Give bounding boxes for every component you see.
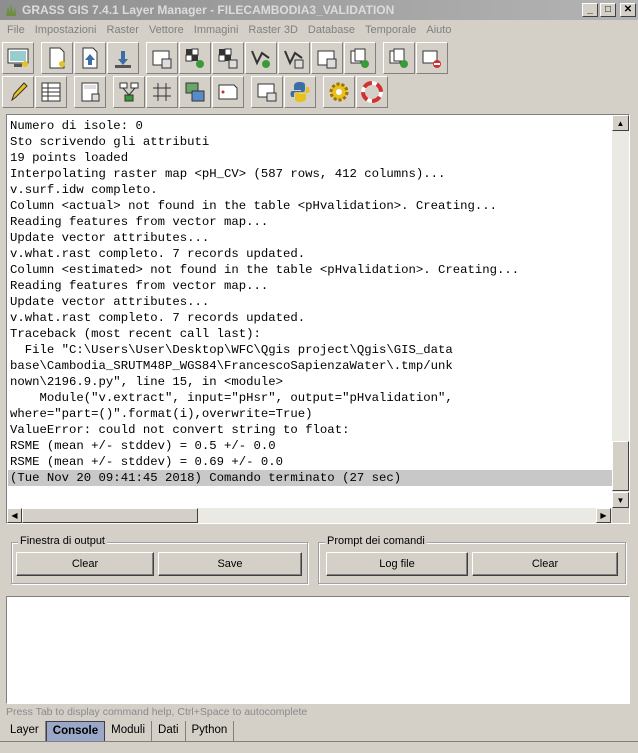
- close-button[interactable]: ✕: [620, 3, 636, 17]
- grass-app-icon: [4, 3, 18, 17]
- output-text: Numero di isole: 0 Sto scrivendo gli att…: [8, 116, 612, 509]
- maximize-button[interactable]: □: [600, 3, 616, 17]
- log-file-button[interactable]: Log file: [326, 552, 468, 576]
- output-window-group: Finestra di output Clear Save: [11, 535, 308, 584]
- output-line: base\Cambodia_SRUTM48P_WGS84\FrancescoSa…: [10, 359, 453, 373]
- bottom-divider: [0, 741, 638, 742]
- output-line: Traceback (most recent call last):: [10, 327, 261, 341]
- add-vector-misc-icon[interactable]: [278, 42, 310, 74]
- output-line: Interpolating raster map <pH_CV> (587 ro…: [10, 167, 446, 181]
- tab-console[interactable]: Console: [45, 721, 106, 741]
- output-line: Numero di isole: 0: [10, 119, 143, 133]
- command-prompt-title: Prompt dei comandi: [325, 535, 427, 547]
- menu-impostazioni[interactable]: Impostazioni: [30, 24, 102, 36]
- python-icon[interactable]: [284, 76, 316, 108]
- output-line: where="part=()".format(i),overwrite=True…: [10, 407, 313, 421]
- launch-script-icon[interactable]: [251, 76, 283, 108]
- output-line: Update vector attributes...: [10, 295, 210, 309]
- command-prompt-group: Prompt dei comandi Log file Clear: [318, 535, 626, 584]
- output-line: Update vector attributes...: [10, 231, 210, 245]
- add-overlay-icon[interactable]: [311, 42, 343, 74]
- map-calculator-icon[interactable]: [74, 76, 106, 108]
- new-workspace-icon[interactable]: [41, 42, 73, 74]
- menu-vettore[interactable]: Vettore: [144, 24, 189, 36]
- output-line: RSME (mean +/- stddev) = 0.69 +/- 0.0: [10, 455, 284, 469]
- main-toolbar: [2, 40, 449, 76]
- tools-toolbar: [2, 74, 389, 110]
- output-line: Reading features from vector map...: [10, 279, 269, 293]
- output-line: Column <actual> not found in the table <…: [10, 199, 498, 213]
- output-line: nown\2196.9.py", line 15, in <module>: [10, 375, 284, 389]
- output-line: File "C:\Users\User\Desktop\WFC\Qgis pro…: [10, 343, 453, 357]
- menu-raster[interactable]: Raster: [102, 24, 144, 36]
- save-workspace-icon[interactable]: [107, 42, 139, 74]
- tab-layer[interactable]: Layer: [4, 721, 46, 741]
- scroll-left-icon[interactable]: ◀: [7, 508, 22, 523]
- command-input[interactable]: [6, 596, 630, 704]
- menu-immagini[interactable]: Immagini: [189, 24, 244, 36]
- duplicate-layer-icon[interactable]: [383, 42, 415, 74]
- minimize-button[interactable]: _: [582, 3, 598, 17]
- output-line: v.surf.idw completo.: [10, 183, 158, 197]
- output-line: 19 points loaded: [10, 151, 129, 165]
- scroll-down-icon[interactable]: ▼: [612, 492, 629, 508]
- edit-vector-icon[interactable]: [2, 76, 34, 108]
- output-line: RSME (mean +/- stddev) = 0.5 +/- 0.0: [10, 439, 276, 453]
- scroll-corner: [612, 508, 629, 523]
- output-clear-button[interactable]: Clear: [16, 552, 154, 576]
- vertical-scrollbar[interactable]: ▲ ▼: [612, 115, 629, 508]
- menu-database[interactable]: Database: [303, 24, 360, 36]
- help-icon[interactable]: [356, 76, 388, 108]
- horizontal-scrollbar[interactable]: ◀ ▶: [7, 508, 613, 523]
- prompt-clear-button[interactable]: Clear: [472, 552, 618, 576]
- menu-raster-3d[interactable]: Raster 3D: [243, 24, 303, 36]
- scroll-right-icon[interactable]: ▶: [596, 508, 611, 523]
- menu-temporale[interactable]: Temporale: [360, 24, 421, 36]
- output-line: Column <estimated> not found in the tabl…: [10, 263, 520, 277]
- vertical-scroll-thumb[interactable]: [612, 441, 629, 491]
- tab-python[interactable]: Python: [186, 721, 235, 741]
- output-line: Reading features from vector map...: [10, 215, 269, 229]
- output-save-button[interactable]: Save: [158, 552, 302, 576]
- open-workspace-icon[interactable]: [74, 42, 106, 74]
- menu-bar: File Impostazioni Raster Vettore Immagin…: [0, 20, 638, 39]
- attribute-table-icon[interactable]: [35, 76, 67, 108]
- add-multiple-rasters-icon[interactable]: [179, 42, 211, 74]
- display-map-icon[interactable]: [2, 42, 34, 74]
- add-vector-icon[interactable]: [245, 42, 277, 74]
- tab-moduli[interactable]: Moduli: [105, 721, 153, 741]
- add-raster-misc-icon[interactable]: [212, 42, 244, 74]
- title-bar: GRASS GIS 7.4.1 Layer Manager - FILECAMB…: [0, 0, 638, 20]
- horizontal-scroll-thumb[interactable]: [22, 508, 198, 523]
- output-line: Sto scrivendo gli attributi: [10, 135, 210, 149]
- tab-dati[interactable]: Dati: [152, 721, 186, 741]
- graphical-modeler-icon[interactable]: [113, 76, 145, 108]
- add-raster-icon[interactable]: [146, 42, 178, 74]
- output-console[interactable]: Numero di isole: 0 Sto scrivendo gli att…: [6, 114, 630, 524]
- output-line: v.what.rast completo. 7 records updated.: [10, 311, 306, 325]
- bottom-tabs: Layer Console Moduli Dati Python: [4, 721, 235, 741]
- menu-aiuto[interactable]: Aiuto: [421, 24, 456, 36]
- window-title: GRASS GIS 7.4.1 Layer Manager - FILECAMB…: [22, 3, 395, 17]
- output-window-title: Finestra di output: [18, 535, 107, 547]
- script-icon[interactable]: [212, 76, 244, 108]
- georectifier-icon[interactable]: [146, 76, 178, 108]
- output-line: v.what.rast completo. 7 records updated.: [10, 247, 306, 261]
- scroll-up-icon[interactable]: ▲: [612, 115, 629, 131]
- output-line-selected: (Tue Nov 20 09:41:45 2018) Comando termi…: [8, 470, 612, 486]
- status-hint: Press Tab to display command help, Ctrl+…: [6, 706, 308, 718]
- cartographic-composer-icon[interactable]: [179, 76, 211, 108]
- output-line: ValueError: could not convert string to …: [10, 423, 350, 437]
- output-line: Module("v.extract", input="pHsr", output…: [10, 391, 453, 405]
- add-group-icon[interactable]: [344, 42, 376, 74]
- settings-icon[interactable]: [323, 76, 355, 108]
- remove-layer-icon[interactable]: [416, 42, 448, 74]
- menu-file[interactable]: File: [2, 24, 30, 36]
